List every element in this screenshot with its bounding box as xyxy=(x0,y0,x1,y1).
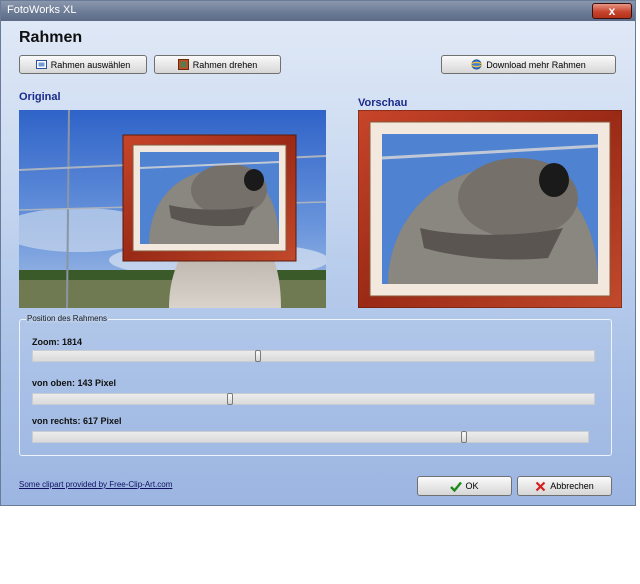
frame-position-group: Position des Rahmens Zoom: 1814 von oben… xyxy=(19,314,612,456)
preview-image xyxy=(358,110,622,308)
zoom-slider-thumb[interactable] xyxy=(255,350,261,362)
page-title: Rahmen xyxy=(19,29,83,46)
dialog-client-area: Rahmen Rahmen auswählen Rahmen drehen Do… xyxy=(1,21,635,505)
top-offset-label: von oben: 143 Pixel xyxy=(32,378,117,388)
rotate-frame-button[interactable]: Rahmen drehen xyxy=(154,55,281,74)
zoom-slider[interactable] xyxy=(32,350,595,362)
original-label: Original xyxy=(19,91,61,103)
select-frame-label: Rahmen auswählen xyxy=(50,59,131,70)
ok-button[interactable]: OK xyxy=(417,476,512,496)
window-title: FotoWorks XL xyxy=(7,4,77,16)
clipart-credit-link[interactable]: Some clipart provided by Free-Clip-Art.c… xyxy=(19,480,172,489)
right-offset-slider-thumb[interactable] xyxy=(461,431,467,443)
rotate-frame-label: Rahmen drehen xyxy=(192,59,258,70)
checkmark-icon xyxy=(450,481,463,492)
right-offset-label: von rechts: 617 Pixel xyxy=(32,416,122,426)
cancel-button[interactable]: Abbrechen xyxy=(517,476,612,496)
title-bar[interactable]: FotoWorks XL x xyxy=(1,1,635,21)
right-offset-slider[interactable] xyxy=(32,431,589,443)
dialog-window: FotoWorks XL x Rahmen Rahmen auswählen R… xyxy=(0,0,636,506)
rotate-frame-icon xyxy=(177,59,189,70)
cancel-label: Abbrechen xyxy=(550,481,594,491)
frame-position-title: Position des Rahmens xyxy=(26,314,109,323)
cross-icon xyxy=(535,481,546,492)
frame-icon xyxy=(35,59,47,70)
top-offset-slider-thumb[interactable] xyxy=(227,393,233,405)
download-frames-button[interactable]: Download mehr Rahmen xyxy=(441,55,616,74)
close-icon: x xyxy=(608,4,616,18)
top-offset-slider[interactable] xyxy=(32,393,595,405)
ok-label: OK xyxy=(465,481,479,491)
original-image xyxy=(19,110,326,308)
preview-label: Vorschau xyxy=(358,97,408,109)
zoom-label: Zoom: 1814 xyxy=(32,337,83,347)
close-button[interactable]: x xyxy=(592,3,632,19)
download-frames-label: Download mehr Rahmen xyxy=(486,59,586,70)
select-frame-button[interactable]: Rahmen auswählen xyxy=(19,55,147,74)
ie-globe-icon xyxy=(470,59,483,70)
